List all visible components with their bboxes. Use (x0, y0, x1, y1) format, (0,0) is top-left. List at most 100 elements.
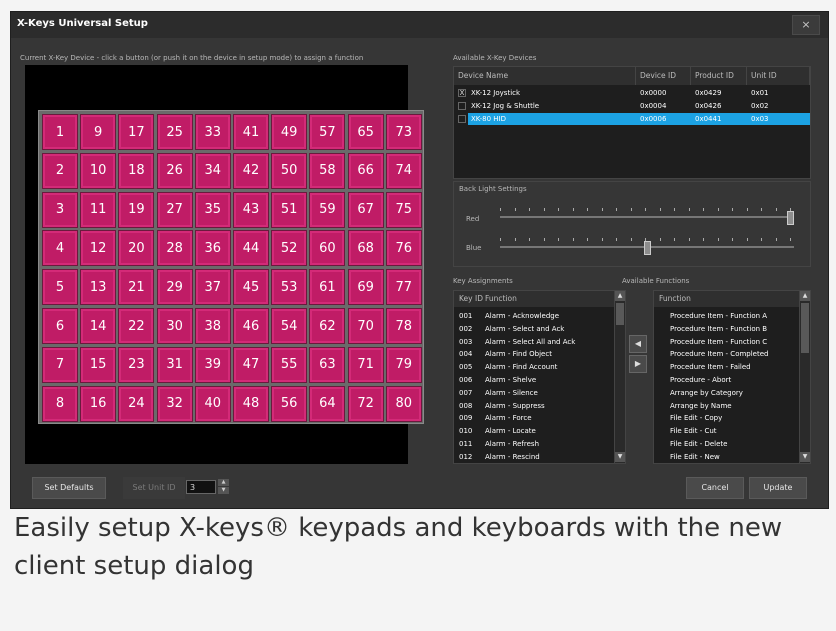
key-button[interactable]: 54 (271, 308, 308, 344)
key-button[interactable]: 26 (156, 152, 193, 189)
column-header-product-id[interactable]: Product ID (691, 67, 747, 85)
list-item[interactable]: Arrange by Category (670, 387, 743, 399)
key-button[interactable]: 68 (347, 230, 384, 267)
list-item[interactable]: Procedure Item - Function C (670, 336, 767, 348)
key-button[interactable]: 35 (194, 191, 231, 228)
scroll-down-arrow-icon[interactable]: ▼ (800, 452, 810, 462)
move-left-button[interactable]: ◀ (629, 335, 647, 353)
key-button[interactable]: 31 (156, 346, 193, 383)
spin-down-icon[interactable]: ▼ (218, 487, 229, 494)
key-button[interactable]: 47 (233, 346, 269, 383)
key-button[interactable]: 40 (194, 385, 231, 422)
key-button[interactable]: 66 (347, 152, 384, 189)
key-button[interactable]: 71 (347, 346, 384, 383)
scroll-up-arrow-icon[interactable]: ▲ (800, 291, 810, 301)
scroll-thumb[interactable] (616, 303, 624, 325)
key-button[interactable]: 53 (271, 269, 308, 306)
device-row[interactable]: X XK-12 Joystick 0x0000 0x0429 0x01 (454, 87, 810, 99)
key-assignments-list[interactable]: Key ID Function 001 Alarm - Acknowledge 00… (453, 290, 626, 464)
key-button[interactable]: 17 (118, 114, 155, 150)
scroll-up-arrow-icon[interactable]: ▲ (615, 291, 625, 301)
key-button[interactable]: 43 (233, 191, 269, 228)
key-button[interactable]: 58 (309, 152, 346, 189)
key-button[interactable]: 37 (194, 269, 231, 306)
key-button[interactable]: 22 (118, 308, 155, 344)
slider-thumb[interactable] (643, 241, 651, 255)
device-row[interactable]: XK-12 Jog & Shuttle 0x0004 0x0426 0x02 (454, 100, 810, 112)
key-button[interactable]: 12 (80, 230, 117, 267)
list-item[interactable]: 005 Alarm - Find Account (454, 361, 614, 373)
key-button[interactable]: 72 (347, 385, 384, 422)
key-button[interactable]: 67 (347, 191, 384, 228)
list-item[interactable]: 001 Alarm - Acknowledge (454, 310, 614, 322)
key-button[interactable]: 9 (80, 114, 117, 150)
key-button[interactable]: 55 (271, 346, 308, 383)
key-button[interactable]: 79 (385, 346, 422, 383)
device-checkbox[interactable] (458, 102, 466, 110)
key-button[interactable]: 14 (80, 308, 117, 344)
key-button[interactable]: 19 (118, 191, 155, 228)
key-button[interactable]: 11 (80, 191, 117, 228)
key-button[interactable]: 18 (118, 152, 155, 189)
column-header-device-id[interactable]: Device ID (636, 67, 691, 85)
key-button[interactable]: 29 (156, 269, 193, 306)
key-button[interactable]: 16 (80, 385, 117, 422)
key-button[interactable]: 34 (194, 152, 231, 189)
key-button[interactable]: 28 (156, 230, 193, 267)
key-button[interactable]: 23 (118, 346, 155, 383)
list-item[interactable]: 007 Alarm - Silence (454, 387, 614, 399)
key-button[interactable]: 24 (118, 385, 155, 422)
list-item[interactable]: 003 Alarm - Select All and Ack (454, 336, 614, 348)
key-button[interactable]: 3 (42, 191, 78, 228)
list-item[interactable]: 008 Alarm - Suppress (454, 400, 614, 412)
key-button[interactable]: 32 (156, 385, 193, 422)
key-button[interactable]: 61 (309, 269, 346, 306)
key-button[interactable]: 50 (271, 152, 308, 189)
close-button[interactable]: × (792, 15, 820, 35)
key-button[interactable]: 6 (42, 308, 78, 344)
available-functions-scrollbar[interactable]: ▲ ▼ (799, 291, 810, 463)
list-item[interactable]: 002 Alarm - Select and Ack (454, 323, 614, 335)
key-button[interactable]: 39 (194, 346, 231, 383)
key-button[interactable]: 52 (271, 230, 308, 267)
set-defaults-button[interactable]: Set Defaults (32, 477, 106, 499)
column-header-key-id[interactable]: Key ID (459, 291, 483, 307)
key-button[interactable]: 56 (271, 385, 308, 422)
key-button[interactable]: 2 (42, 152, 78, 189)
slider-track[interactable] (500, 216, 794, 218)
device-checkbox[interactable]: X (458, 89, 466, 97)
key-button[interactable]: 62 (309, 308, 346, 344)
key-button[interactable]: 46 (233, 308, 269, 344)
key-button[interactable]: 8 (42, 385, 78, 422)
key-button[interactable]: 41 (233, 114, 269, 150)
key-button[interactable]: 38 (194, 308, 231, 344)
set-unit-id-button[interactable]: Set Unit ID (123, 477, 185, 499)
key-button[interactable]: 48 (233, 385, 269, 422)
column-header-function[interactable]: Function (485, 291, 517, 307)
key-button[interactable]: 59 (309, 191, 346, 228)
key-button[interactable]: 76 (385, 230, 422, 267)
list-item[interactable]: Arrange by Name (670, 400, 732, 412)
list-item[interactable]: File Edit - Delete (670, 438, 727, 450)
key-button[interactable]: 77 (385, 269, 422, 306)
key-button[interactable]: 65 (347, 114, 384, 150)
key-button[interactable]: 36 (194, 230, 231, 267)
scroll-down-arrow-icon[interactable]: ▼ (615, 452, 625, 462)
key-button[interactable]: 15 (80, 346, 117, 383)
device-row-selected[interactable]: XK-80 HID 0x0006 0x0441 0x03 (458, 113, 810, 125)
key-button[interactable]: 78 (385, 308, 422, 344)
key-button[interactable]: 5 (42, 269, 78, 306)
column-header-device-name[interactable]: Device Name (454, 67, 636, 85)
key-button[interactable]: 80 (385, 385, 422, 422)
key-button[interactable]: 63 (309, 346, 346, 383)
list-item[interactable]: Procedure Item - Function A (670, 310, 767, 322)
cancel-button[interactable]: Cancel (686, 477, 744, 499)
key-button[interactable]: 30 (156, 308, 193, 344)
list-item[interactable]: Procedure Item - Completed (670, 348, 769, 360)
key-assignments-scrollbar[interactable]: ▲ ▼ (614, 291, 625, 463)
key-button[interactable]: 49 (271, 114, 308, 150)
key-button[interactable]: 60 (309, 230, 346, 267)
key-button[interactable]: 27 (156, 191, 193, 228)
red-slider[interactable] (500, 208, 794, 225)
key-button[interactable]: 13 (80, 269, 117, 306)
